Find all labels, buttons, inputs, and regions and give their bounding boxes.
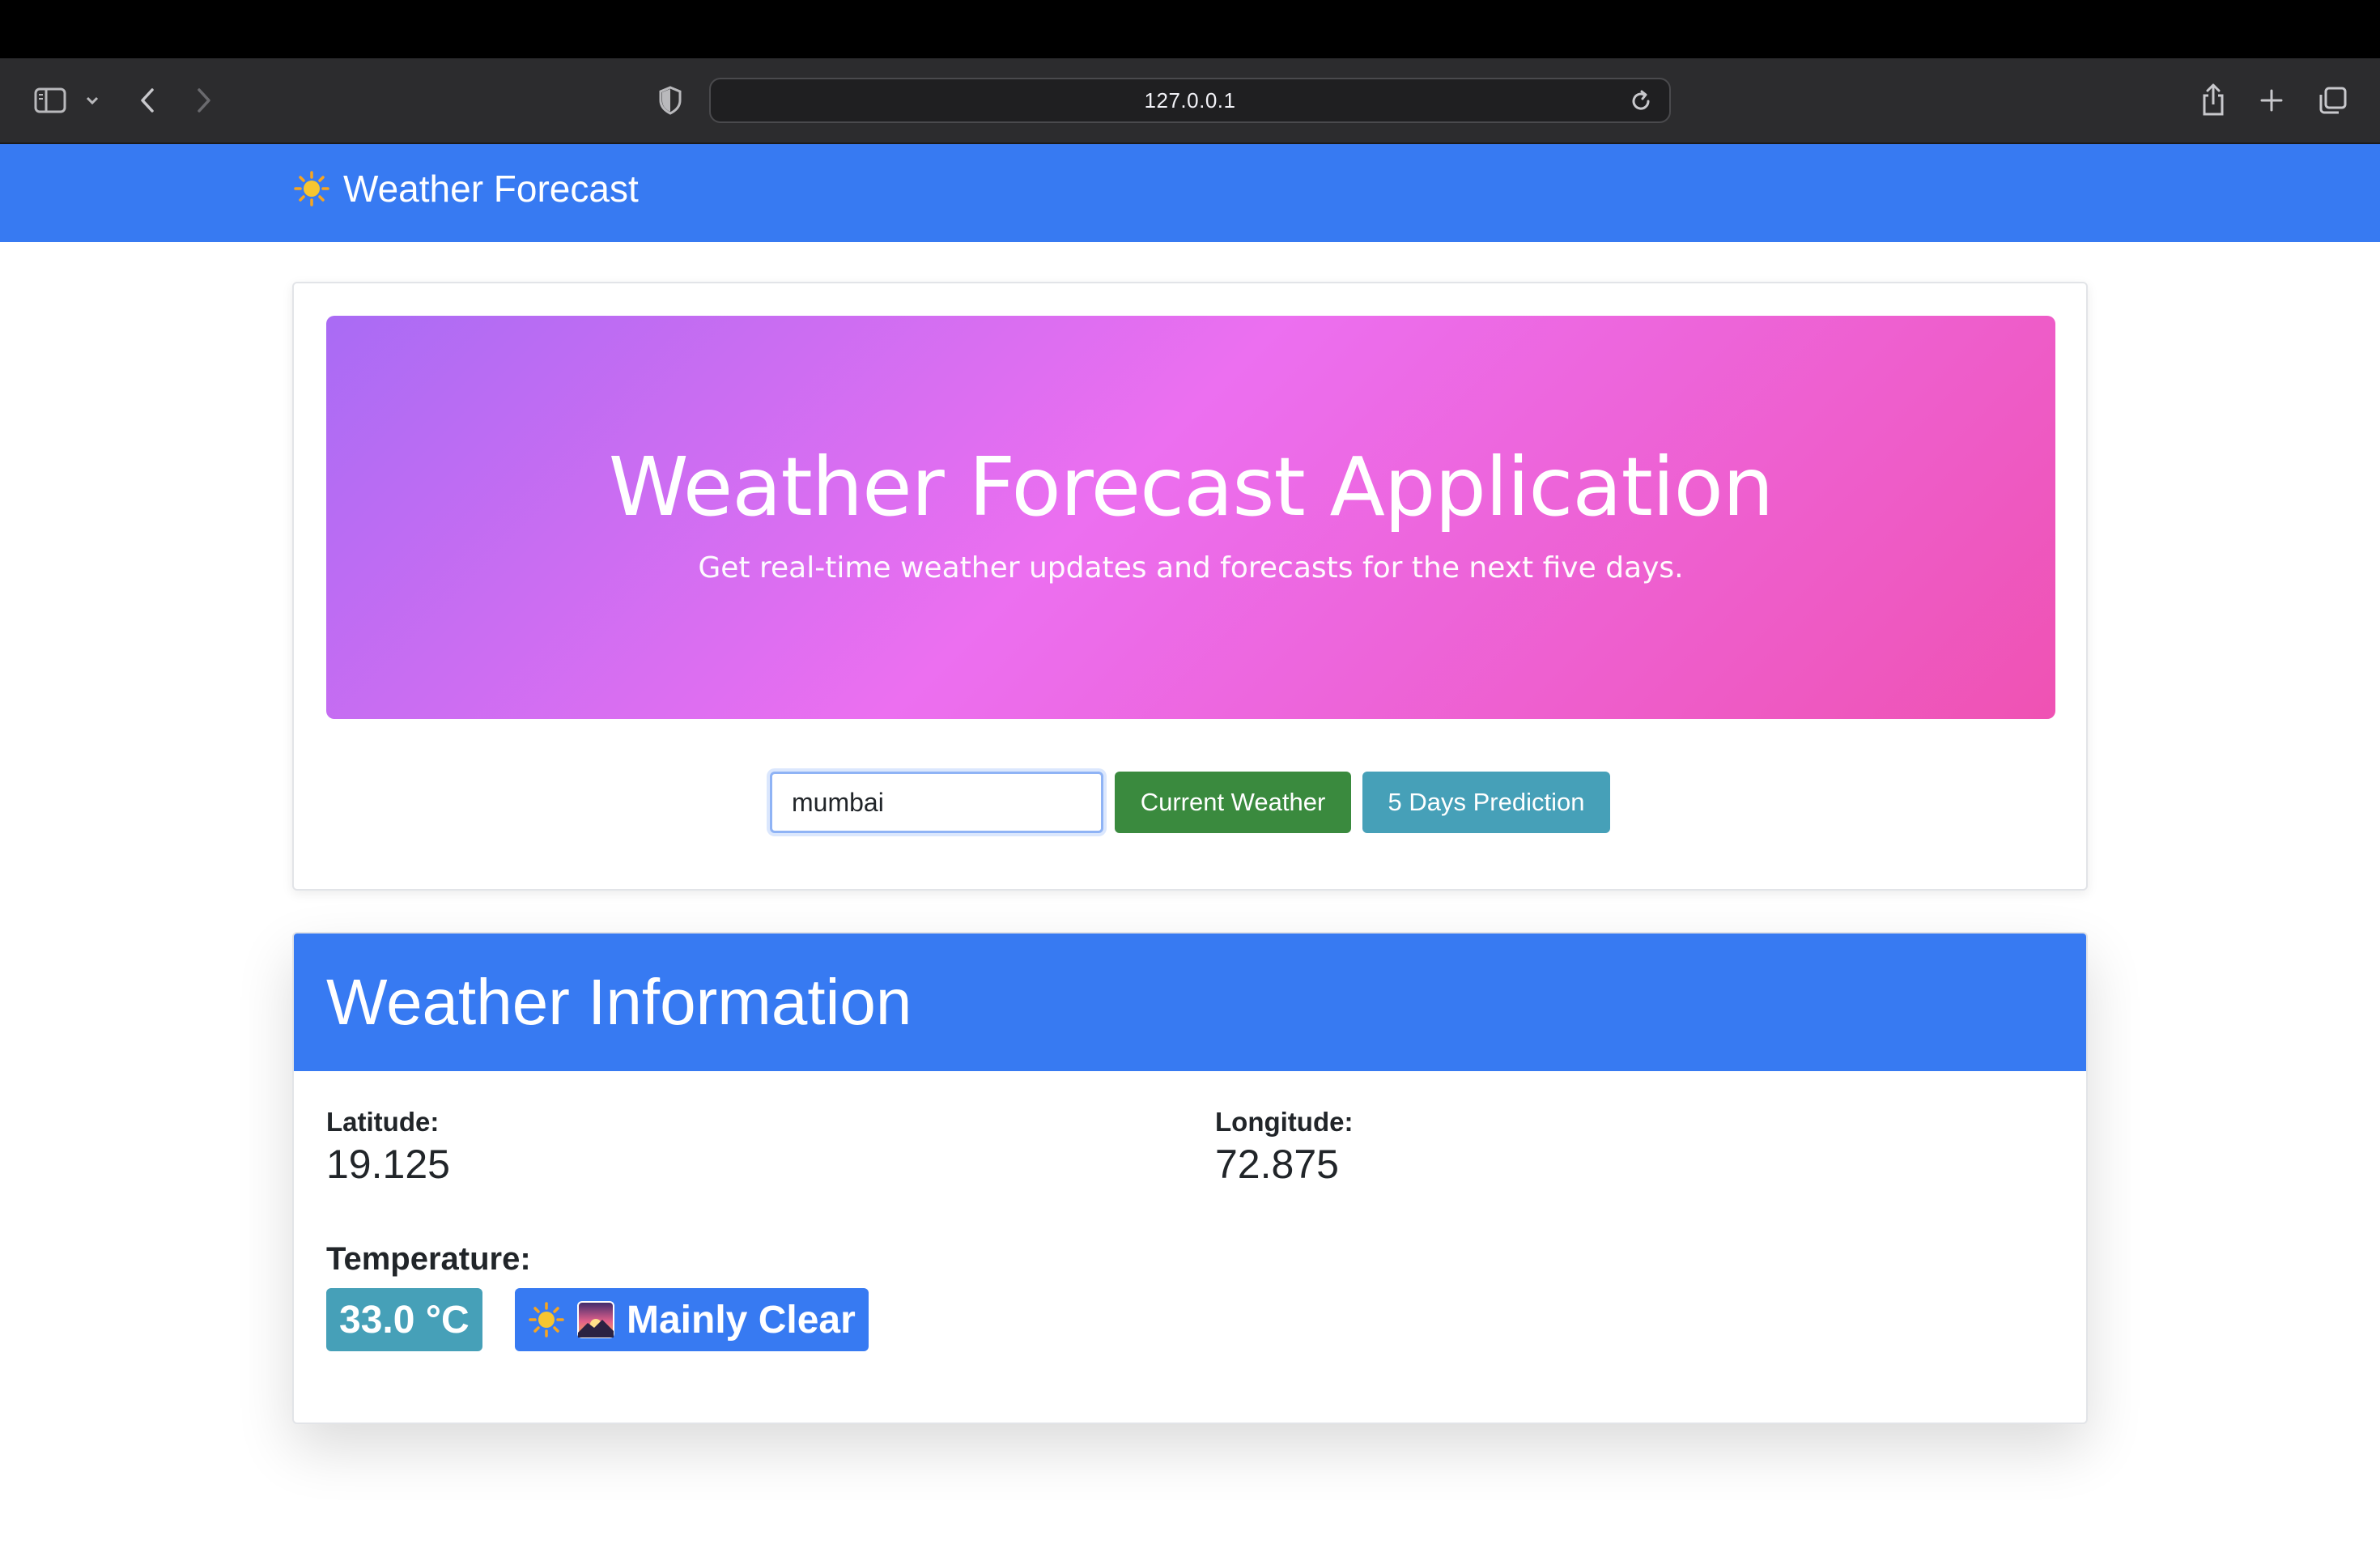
temperature-badge: 33.0 °C (326, 1288, 482, 1351)
search-form: Current Weather 5 Days Prediction (294, 772, 2086, 833)
longitude-value: 72.875 (1215, 1142, 1339, 1187)
weather-info-title: Weather Information (294, 933, 2086, 1071)
sun-icon (528, 1301, 565, 1338)
shield-icon[interactable] (656, 84, 685, 117)
hero-banner: Weather Forecast Application Get real-ti… (326, 316, 2055, 719)
latitude-value: 19.125 (326, 1142, 450, 1187)
longitude-label: Longitude: (1215, 1107, 1354, 1137)
os-top-bar (0, 0, 2380, 58)
temperature-label: Temperature: (326, 1241, 531, 1277)
forward-icon[interactable] (191, 84, 217, 117)
chevron-down-icon[interactable] (83, 91, 102, 110)
hero-title: Weather Forecast Application (608, 440, 1774, 534)
search-card: Weather Forecast Application Get real-ti… (292, 282, 2088, 891)
sunrise-icon (576, 1300, 615, 1339)
temperature-value: 33.0 °C (339, 1298, 470, 1342)
weather-info-card: Weather Information Latitude: 19.125 Lon… (292, 932, 2088, 1424)
hero-subtitle: Get real-time weather updates and foreca… (698, 551, 1684, 585)
browser-toolbar: 127.0.0.1 (0, 58, 2380, 144)
address-bar[interactable]: 127.0.0.1 (709, 78, 1671, 123)
current-weather-button[interactable]: Current Weather (1115, 772, 1351, 833)
back-icon[interactable] (134, 84, 160, 117)
latitude-label: Latitude: (326, 1107, 440, 1137)
tabs-overview-icon[interactable] (2317, 84, 2349, 117)
share-icon[interactable] (2199, 79, 2228, 120)
condition-text: Mainly Clear (627, 1298, 856, 1342)
brand-text: Weather Forecast (343, 168, 639, 210)
app-navbar: Weather Forecast (0, 144, 2380, 242)
url-text: 127.0.0.1 (1144, 87, 1236, 113)
navbar-brand[interactable]: Weather Forecast (293, 167, 639, 211)
five-days-prediction-button[interactable]: 5 Days Prediction (1362, 772, 1610, 833)
sidebar-icon[interactable] (32, 83, 68, 117)
new-tab-icon[interactable] (2257, 86, 2286, 115)
reload-icon[interactable] (1629, 89, 1653, 117)
city-input[interactable] (770, 772, 1103, 833)
condition-badge: Mainly Clear (515, 1288, 869, 1351)
sun-icon (293, 170, 330, 207)
